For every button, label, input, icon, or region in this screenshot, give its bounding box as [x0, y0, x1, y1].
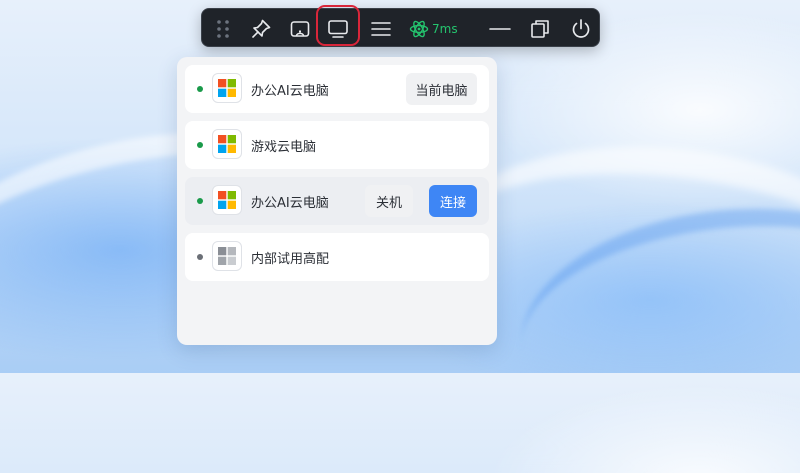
computer-item[interactable]: 办公AI云电脑 关机 连接 — [185, 177, 489, 225]
connect-button[interactable]: 连接 — [429, 185, 477, 217]
network-latency: 7ms — [409, 9, 469, 48]
computer-name: 办公AI云电脑 — [251, 84, 329, 99]
computer-name: 内部试用高配 — [251, 252, 330, 267]
minimize-icon[interactable] — [487, 9, 513, 48]
computer-name: 游戏云电脑 — [251, 140, 317, 155]
status-online-dot — [197, 142, 203, 148]
restore-icon[interactable] — [527, 9, 553, 48]
current-computer-button[interactable]: 当前电脑 — [406, 73, 477, 105]
status-online-dot — [197, 86, 203, 92]
screen-cast-icon[interactable] — [287, 9, 313, 48]
drag-handle-icon[interactable] — [212, 9, 234, 48]
pin-icon[interactable] — [248, 9, 274, 48]
floating-toolbar: 7ms — [201, 5, 600, 48]
network-atom-icon — [409, 19, 429, 39]
windows-logo-icon — [212, 185, 242, 215]
computer-item[interactable]: 游戏云电脑 — [185, 121, 489, 169]
windows-logo-icon — [212, 73, 242, 103]
shutdown-button[interactable]: 关机 — [365, 185, 413, 217]
computer-name: 办公AI云电脑 — [251, 196, 329, 211]
menu-icon[interactable] — [368, 9, 394, 48]
computer-list-panel: 办公AI云电脑 当前电脑 游戏云电脑 办公AI云电脑 关机 连接 内部试用高配 — [177, 57, 497, 345]
latency-value: 7ms — [432, 21, 458, 36]
computer-item[interactable]: 办公AI云电脑 当前电脑 — [185, 65, 489, 113]
power-icon[interactable] — [568, 9, 594, 48]
status-online-dot — [197, 198, 203, 204]
status-offline-dot — [197, 254, 203, 260]
computer-item[interactable]: 内部试用高配 — [185, 233, 489, 281]
monitor-button[interactable] — [316, 5, 363, 48]
windows-logo-gray-icon — [212, 241, 242, 271]
monitor-icon — [327, 18, 349, 40]
windows-logo-icon — [212, 129, 242, 159]
